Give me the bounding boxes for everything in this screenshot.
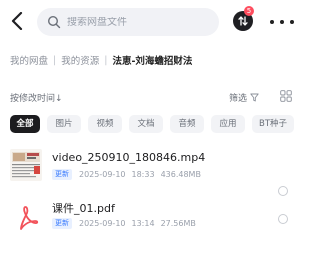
sort-by-modified-button[interactable]: 按修改时间↓: [10, 91, 63, 104]
file-name: 课件_01.pdf: [52, 202, 115, 215]
video-thumbnail: [10, 149, 42, 181]
back-button[interactable]: [8, 10, 26, 32]
top-bar: 5: [0, 0, 307, 44]
chip-documents[interactable]: 文档: [129, 115, 163, 133]
filter-button[interactable]: 筛选: [229, 91, 259, 104]
sort-bar: 按修改时间↓ 筛选: [10, 90, 295, 104]
chip-audio[interactable]: 音频: [170, 115, 204, 133]
breadcrumb-item-my-resources[interactable]: 我的资源: [61, 53, 99, 67]
chip-apps[interactable]: 应用: [211, 115, 245, 133]
select-radio[interactable]: [278, 214, 288, 224]
transfer-icon: [238, 16, 248, 26]
file-meta: 更新 2025-09-10 18:33 436.48MB: [52, 169, 201, 180]
breadcrumb-item-my-drive[interactable]: 我的网盘: [10, 53, 48, 67]
breadcrumb-current-folder: 法恵-刘海蟾招财法: [112, 56, 193, 67]
chip-bt-torrents[interactable]: BT种子: [252, 115, 294, 133]
select-radio[interactable]: [278, 186, 288, 196]
filter-icon: [250, 93, 259, 102]
search-bar[interactable]: [37, 8, 219, 36]
search-icon: [47, 15, 61, 29]
file-name: video_250910_180846.mp4: [52, 151, 206, 164]
breadcrumb: 我的网盘 | 我的资源 | 法恵-刘海蟾招财法: [10, 53, 193, 68]
file-meta: 更新 2025-09-10 13:14 27.56MB: [52, 218, 196, 229]
grid-view-icon[interactable]: [280, 90, 292, 102]
file-size: 436.48MB: [160, 170, 201, 179]
chevron-left-icon: [11, 12, 23, 30]
file-time: 13:14: [131, 219, 155, 228]
update-tag: 更新: [52, 218, 72, 229]
chip-all[interactable]: 全部: [10, 115, 40, 133]
file-date: 2025-09-10: [79, 219, 126, 228]
file-type-filter-chips: 全部 图片 视频 文档 音频 应用 BT种子: [10, 115, 294, 133]
file-date: 2025-09-10: [79, 170, 126, 179]
update-tag: 更新: [52, 169, 72, 180]
breadcrumb-separator: |: [104, 54, 108, 66]
file-row-video[interactable]: video_250910_180846.mp4 更新 2025-09-10 18…: [0, 145, 307, 196]
transfer-badge: 5: [244, 6, 254, 16]
chip-images[interactable]: 图片: [47, 115, 81, 133]
more-dots-icon[interactable]: [270, 12, 294, 32]
file-row-pdf[interactable]: 课件_01.pdf 更新 2025-09-10 13:14 27.56MB: [0, 196, 307, 240]
chip-videos[interactable]: 视频: [88, 115, 122, 133]
filter-label: 筛选: [229, 94, 248, 104]
search-input[interactable]: [67, 16, 207, 28]
breadcrumb-separator: |: [53, 54, 57, 66]
file-size: 27.56MB: [160, 219, 196, 228]
file-time: 18:33: [131, 170, 155, 179]
pdf-file-icon: [20, 206, 39, 230]
